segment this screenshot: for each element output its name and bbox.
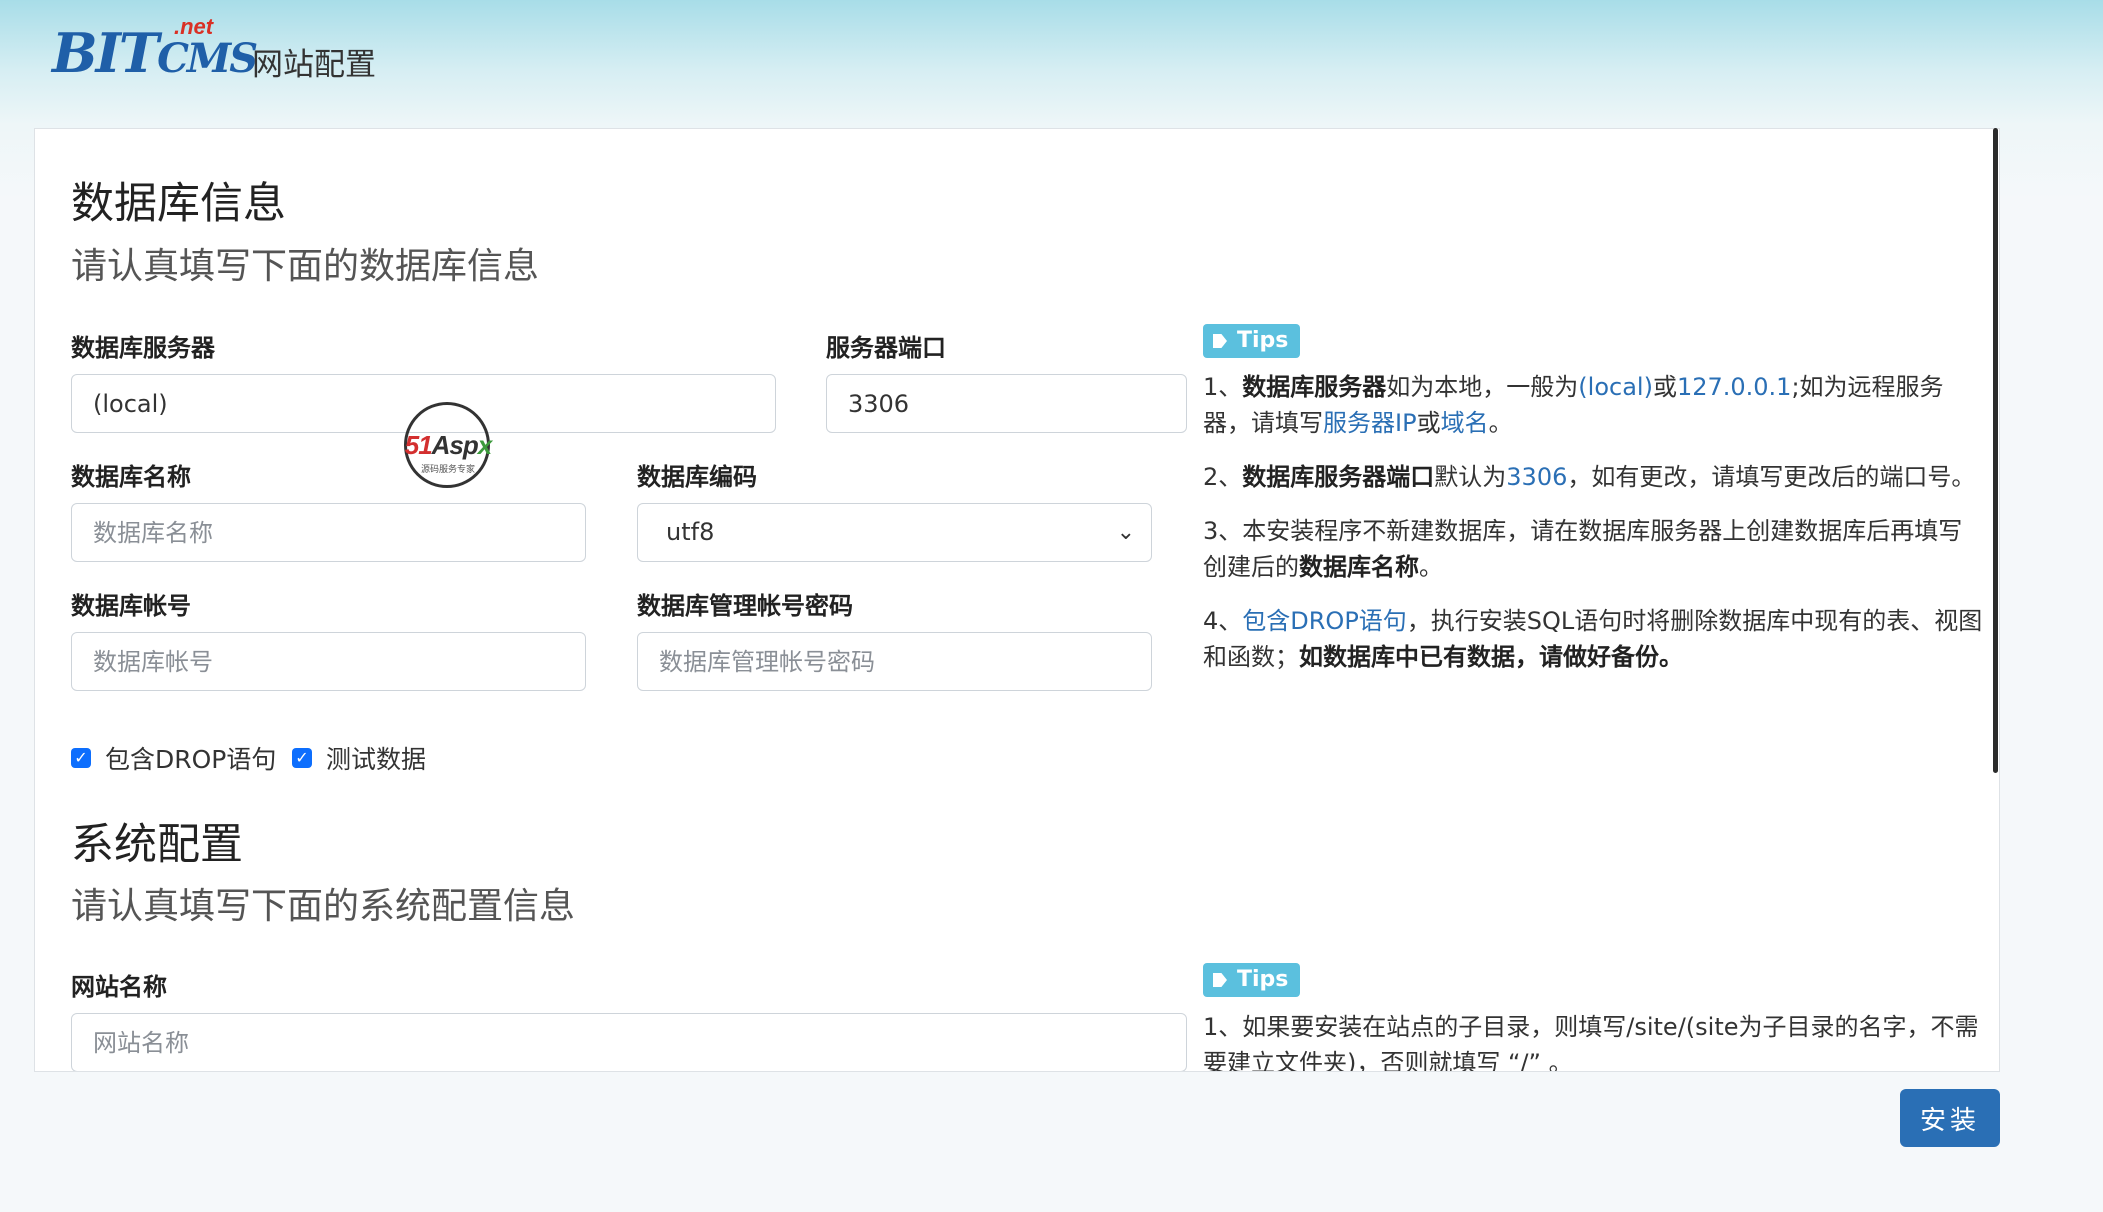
sys-tips-list: 1、如果要安装在站点的子目录，则填写/site/(site为子目录的名字，不需要… <box>1203 1009 1983 1072</box>
db-charset-select[interactable]: utf8 ⌄ <box>637 503 1152 562</box>
bitcms-logo[interactable]: BITCMS .net <box>52 14 258 85</box>
site-name-input[interactable] <box>71 1013 1187 1071</box>
db-port-input[interactable] <box>826 374 1187 433</box>
install-button[interactable]: 安装 <box>1900 1089 2000 1147</box>
tips-badge: Tips <box>1203 963 1301 997</box>
tag-icon <box>1213 334 1227 348</box>
logo-cms-text: CMS <box>157 35 258 82</box>
logo-net-text: .net <box>174 14 214 39</box>
db-section-title: 数据库信息 <box>71 179 286 229</box>
tag-icon <box>1213 973 1227 987</box>
drop-statement-label: 包含DROP语句 <box>105 745 277 774</box>
logo-text: BIT <box>52 21 159 85</box>
sys-section-subtitle: 请认真填写下面的系统配置信息 <box>71 886 576 927</box>
db-charset-label: 数据库编码 <box>637 463 757 491</box>
drop-statement-checkbox[interactable]: ✓ 包含DROP语句 <box>71 740 276 776</box>
db-tip-3: 3、本安装程序不新建数据库，请在数据库服务器上创建数据库后再填写创建后的数据库名… <box>1203 517 1963 581</box>
db-tip-1: 1、数据库服务器如为本地，一般为(local)或127.0.0.1;如为远程服务… <box>1203 373 1944 437</box>
db-name-label: 数据库名称 <box>71 463 191 491</box>
db-section-subtitle: 请认真填写下面的数据库信息 <box>71 246 540 287</box>
check-icon[interactable]: ✓ <box>292 748 312 768</box>
51aspx-watermark-logo: 51Aspx 源码服务专家 <box>386 402 510 490</box>
check-icon[interactable]: ✓ <box>71 748 91 768</box>
card-scrollbar[interactable] <box>1993 128 1998 773</box>
db-name-input[interactable] <box>71 503 586 562</box>
page-title: 网站配置 <box>252 47 376 83</box>
db-account-label: 数据库帐号 <box>71 592 191 620</box>
db-account-input[interactable] <box>71 632 586 691</box>
install-form-card: 数据库信息 请认真填写下面的数据库信息 数据库服务器 服务器端口 数据库名称 数… <box>34 128 2000 1072</box>
sys-tip-1: 1、如果要安装在站点的子目录，则填写/site/(site为子目录的名字，不需要… <box>1203 1013 1979 1072</box>
db-charset-value: utf8 <box>666 518 715 546</box>
db-tip-2: 2、数据库服务器端口默认为3306，如有更改，请填写更改后的端口号。 <box>1203 463 1976 491</box>
db-tips-list: 1、数据库服务器如为本地，一般为(local)或127.0.0.1;如为远程服务… <box>1203 369 1983 693</box>
site-name-label: 网站名称 <box>71 973 167 1001</box>
test-data-label: 测试数据 <box>326 745 427 774</box>
db-tip-4: 4、包含DROP语句，执行安装SQL语句时将删除数据库中现有的表、视图和函数；如… <box>1203 607 1983 671</box>
chevron-down-icon: ⌄ <box>1116 520 1135 545</box>
db-password-input[interactable] <box>637 632 1152 691</box>
db-server-label: 数据库服务器 <box>71 334 215 362</box>
db-port-label: 服务器端口 <box>826 334 946 362</box>
page-header: BITCMS .net 网站配置 <box>0 0 2103 125</box>
db-password-label: 数据库管理帐号密码 <box>637 592 853 620</box>
sys-section-title: 系统配置 <box>71 820 243 870</box>
tips-badge: Tips <box>1203 324 1301 358</box>
test-data-checkbox[interactable]: ✓ 测试数据 <box>292 740 426 776</box>
